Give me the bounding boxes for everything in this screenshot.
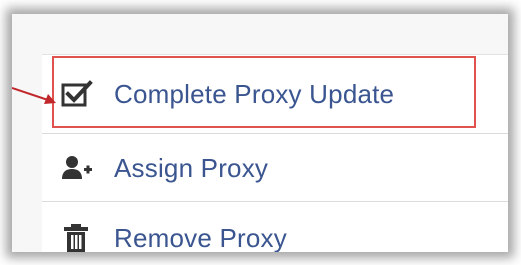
- menu-item-assign-proxy[interactable]: Assign Proxy: [42, 133, 508, 203]
- menu-item-label: Remove Proxy: [114, 222, 287, 253]
- menu-item-remove-proxy[interactable]: Remove Proxy: [42, 203, 508, 252]
- trash-icon: [60, 221, 94, 252]
- menu-item-label: Assign Proxy: [114, 152, 269, 183]
- pointer-arrow-icon: [12, 87, 56, 104]
- add-user-icon: [60, 151, 94, 185]
- highlight-box: [52, 56, 476, 128]
- menu-divider: [42, 201, 508, 202]
- screenshot-frame: Complete Proxy Update Assign Proxy Remov…: [12, 14, 508, 252]
